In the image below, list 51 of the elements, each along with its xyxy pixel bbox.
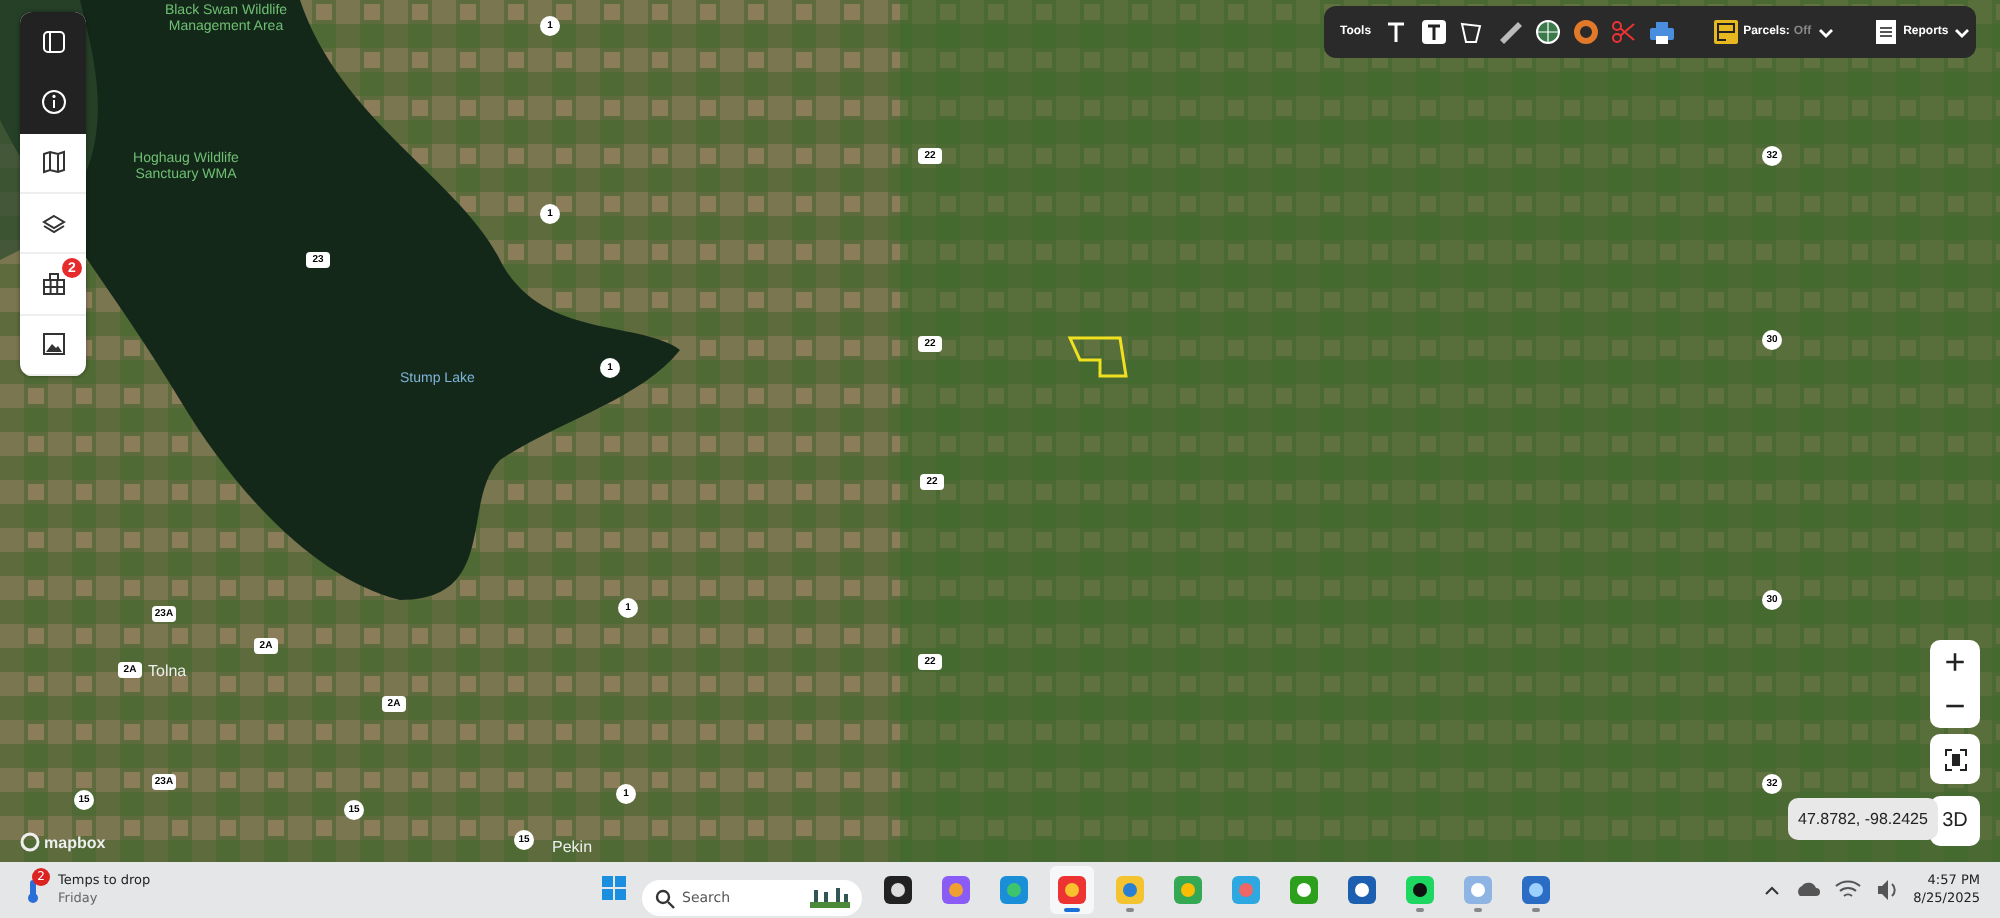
- info-icon: [39, 87, 67, 116]
- app-icon: [1230, 874, 1262, 906]
- globe-icon: [1533, 18, 1562, 46]
- app-icon: [1462, 874, 1494, 906]
- globe-tool[interactable]: [1533, 18, 1562, 46]
- parcel-outline: [1067, 336, 1128, 378]
- search-icon: [654, 888, 676, 910]
- app-icon: [1520, 874, 1552, 906]
- info-button[interactable]: [20, 72, 86, 134]
- parcel-icon: [1711, 18, 1740, 46]
- app-icon: [998, 874, 1030, 906]
- document-icon: [1871, 18, 1900, 46]
- app-icon: [1404, 874, 1436, 906]
- layers-icon: [39, 209, 67, 238]
- app-icon: [1056, 874, 1088, 906]
- app-icon: [882, 874, 914, 906]
- buffer-tool[interactable]: [1571, 18, 1600, 46]
- coordinates-readout: 47.8782, -98.2425: [1788, 798, 1938, 840]
- app-icon: [1346, 874, 1378, 906]
- chevron-up-icon: [1761, 882, 1782, 898]
- app-icon: [940, 874, 972, 906]
- town-label: Tolna: [148, 662, 187, 680]
- chevron-down-icon: [1815, 24, 1836, 40]
- chevron-down-icon: [1952, 24, 1973, 40]
- text-box-icon: [1419, 18, 1448, 46]
- app-icon: [1114, 874, 1146, 906]
- scissors-icon: [1609, 18, 1638, 46]
- attribution-text: mapbox: [44, 833, 106, 851]
- windows-logo-icon: [600, 873, 628, 901]
- app-icon: [1288, 874, 1320, 906]
- cut-tool[interactable]: [1609, 18, 1638, 46]
- zoom-in-button[interactable]: +: [1930, 640, 1980, 684]
- text-box-tool[interactable]: [1419, 18, 1448, 46]
- town-label: Pekin: [552, 838, 593, 856]
- grid-icon: [39, 269, 67, 298]
- printer-icon: [1647, 18, 1676, 46]
- fit-view-icon: [1941, 745, 1969, 773]
- polygon-icon: [1457, 18, 1486, 46]
- zoom-out-button[interactable]: −: [1930, 684, 1980, 728]
- image-icon: [39, 330, 67, 359]
- ruler-tool[interactable]: [1495, 18, 1524, 46]
- app-icon: [1172, 874, 1204, 906]
- panel-toggle-button[interactable]: [20, 12, 86, 73]
- polygon-tool[interactable]: [1457, 18, 1486, 46]
- map-icon: [39, 148, 67, 177]
- 3d-button[interactable]: 3D: [1930, 796, 1980, 846]
- ruler-icon: [1495, 18, 1524, 46]
- sidebar-icon: [39, 27, 67, 56]
- speaker-icon: [1873, 876, 1902, 904]
- ring-icon: [1571, 18, 1600, 46]
- print-button[interactable]: [1647, 18, 1676, 46]
